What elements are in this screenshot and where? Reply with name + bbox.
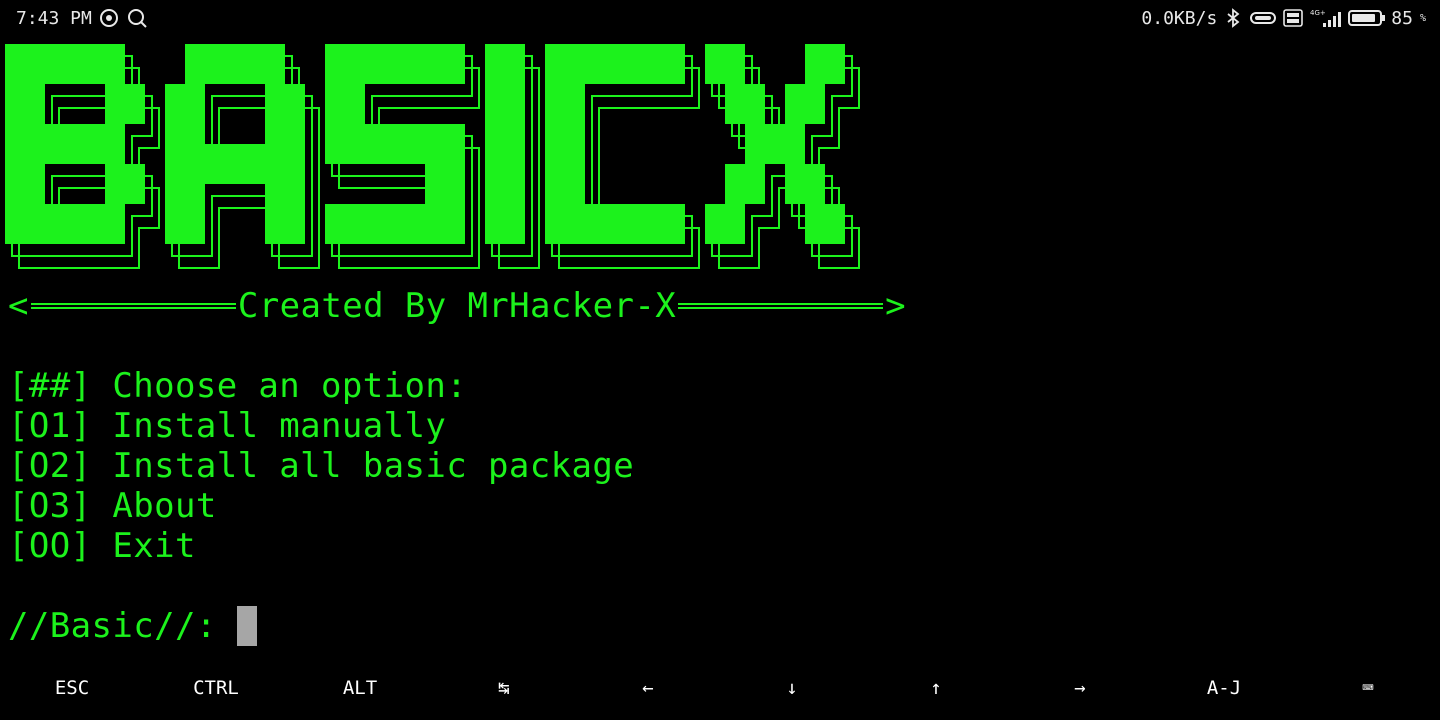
extra-keys-bar: ESC CTRL ALT ↹ ← ↓ ↑ → A-J ⌨ [0, 664, 1440, 712]
menu-option-exit: [OO] Exit [8, 526, 196, 566]
notification-app-icon [99, 9, 118, 27]
alt-key[interactable]: ALT [288, 664, 432, 712]
bluetooth-icon [1227, 8, 1240, 28]
prompt-label: //Basic//: [8, 606, 217, 646]
menu-header: [##] Choose an option: [8, 366, 468, 406]
esc-key[interactable]: ESC [0, 664, 144, 712]
command-prompt[interactable]: //Basic//: [8, 606, 257, 646]
signal-strength-icon: 4G+ [1310, 9, 1342, 27]
menu-option-about: [O3] About [8, 486, 217, 526]
ascii-banner [5, 44, 860, 269]
arrow-right-key[interactable]: → [1008, 664, 1152, 712]
menu-option-install-manually: [O1] Install manually [8, 406, 447, 446]
arrow-up-key[interactable]: ↑ [864, 664, 1008, 712]
menu-option-install-all: [O2] Install all basic package [8, 446, 635, 486]
battery-level: 85 [1391, 7, 1413, 29]
a-j-key[interactable]: A-J [1152, 664, 1296, 712]
svg-text:4G+: 4G+ [1310, 9, 1326, 17]
arrow-down-key[interactable]: ↓ [720, 664, 864, 712]
ctrl-key[interactable]: CTRL [144, 664, 288, 712]
tab-key[interactable]: ↹ [432, 664, 576, 712]
vpn-key-icon [1250, 12, 1277, 24]
credit-line: < Created By MrHacker-X > [8, 286, 906, 326]
status-bar-right: 0.0KB/s 4G+ 85% [1141, 7, 1426, 29]
credit-arrow-left: < [8, 286, 29, 326]
credit-rule-left [30, 303, 236, 309]
battery-unit: % [1419, 12, 1426, 24]
notification-search-icon [127, 9, 147, 28]
credit-text: Created By MrHacker-X [237, 286, 677, 326]
credit-rule-right [678, 303, 884, 309]
status-bar-left: 7:43 PM [16, 7, 148, 29]
clock: 7:43 PM [16, 7, 92, 29]
credit-arrow-right: > [885, 286, 907, 326]
arrow-left-key[interactable]: ← [576, 664, 720, 712]
text-cursor[interactable] [236, 606, 257, 646]
battery-icon [1348, 10, 1386, 26]
volte-icon [1283, 9, 1304, 27]
status-bar: 7:43 PM 0.0KB/s 4G+ 85 % [0, 0, 1440, 36]
keyboard-toggle-icon[interactable]: ⌨ [1296, 664, 1440, 712]
network-speed: 0.0KB/s [1141, 7, 1218, 29]
